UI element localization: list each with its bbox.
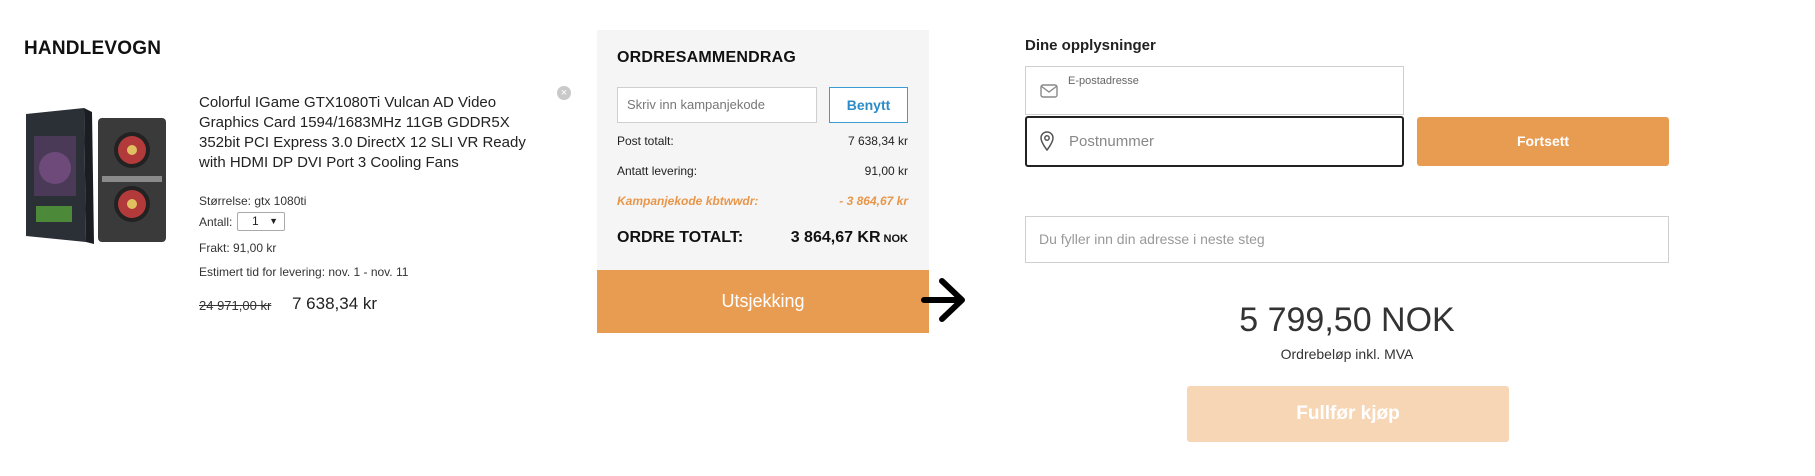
continue-button[interactable]: Fortsett [1417, 117, 1669, 166]
complete-purchase-button[interactable]: Fullfør kjøp [1187, 386, 1509, 442]
chevron-down-icon: ▼ [269, 216, 278, 226]
quantity-select[interactable]: 1 ▼ [237, 212, 285, 231]
shipping-cost: Frakt: 91,00 kr [199, 241, 277, 255]
details-title: Dine opplysninger [1025, 37, 1156, 54]
quantity-label: Antall: [199, 215, 233, 229]
summary-title: ORDRESAMMENDRAG [617, 49, 796, 66]
shipping-value: 91,00 kr [864, 164, 908, 178]
arrow-right-icon [921, 278, 965, 322]
promo-code-input[interactable]: Skriv inn kampanjekode [617, 87, 817, 123]
promo-discount-value: - 3 864,67 kr [839, 194, 908, 208]
new-price: 7 638,34 kr [292, 294, 378, 313]
zip-code-input[interactable]: Postnummer [1025, 116, 1404, 167]
promo-discount-label: Kampanjekode kbtwwdr: [617, 194, 759, 208]
order-total-currency: NOK [883, 233, 908, 245]
order-amount-note: Ordrebeløp inkl. MVA [1280, 346, 1414, 362]
quantity-value: 1 [252, 214, 259, 228]
shipping-label: Antatt levering: [617, 164, 698, 178]
order-total-label: ORDRE TOTALT: [617, 229, 744, 246]
remove-item-icon[interactable]: × [557, 86, 571, 100]
old-price: 24 971,00 kr [199, 298, 272, 313]
product-image[interactable] [24, 106, 170, 246]
location-pin-icon [1040, 131, 1054, 151]
order-total-value: 3 864,67 KR NOK [791, 229, 908, 247]
cart-title: HANDLEVOGN [24, 38, 162, 59]
mail-icon [1040, 84, 1058, 98]
email-field[interactable] [1025, 66, 1404, 115]
product-name[interactable]: Colorful IGame GTX1080Ti Vulcan AD Video… [199, 93, 539, 173]
apply-promo-button[interactable]: Benytt [829, 87, 908, 123]
address-input[interactable]: Du fyller inn din adresse i neste steg [1025, 216, 1669, 263]
delivery-estimate: Estimert tid for levering: nov. 1 - nov.… [199, 265, 409, 279]
order-amount: 5 799,50 NOK [1239, 301, 1455, 339]
checkout-button[interactable]: Utsjekking [597, 270, 929, 333]
subtotal-value: 7 638,34 kr [847, 134, 908, 148]
product-size: Størrelse: gtx 1080ti [199, 194, 307, 208]
email-label: E-postadresse [1068, 75, 1139, 87]
order-total-amount: 3 864,67 KR [790, 229, 881, 246]
subtotal-label: Post totalt: [617, 134, 674, 148]
